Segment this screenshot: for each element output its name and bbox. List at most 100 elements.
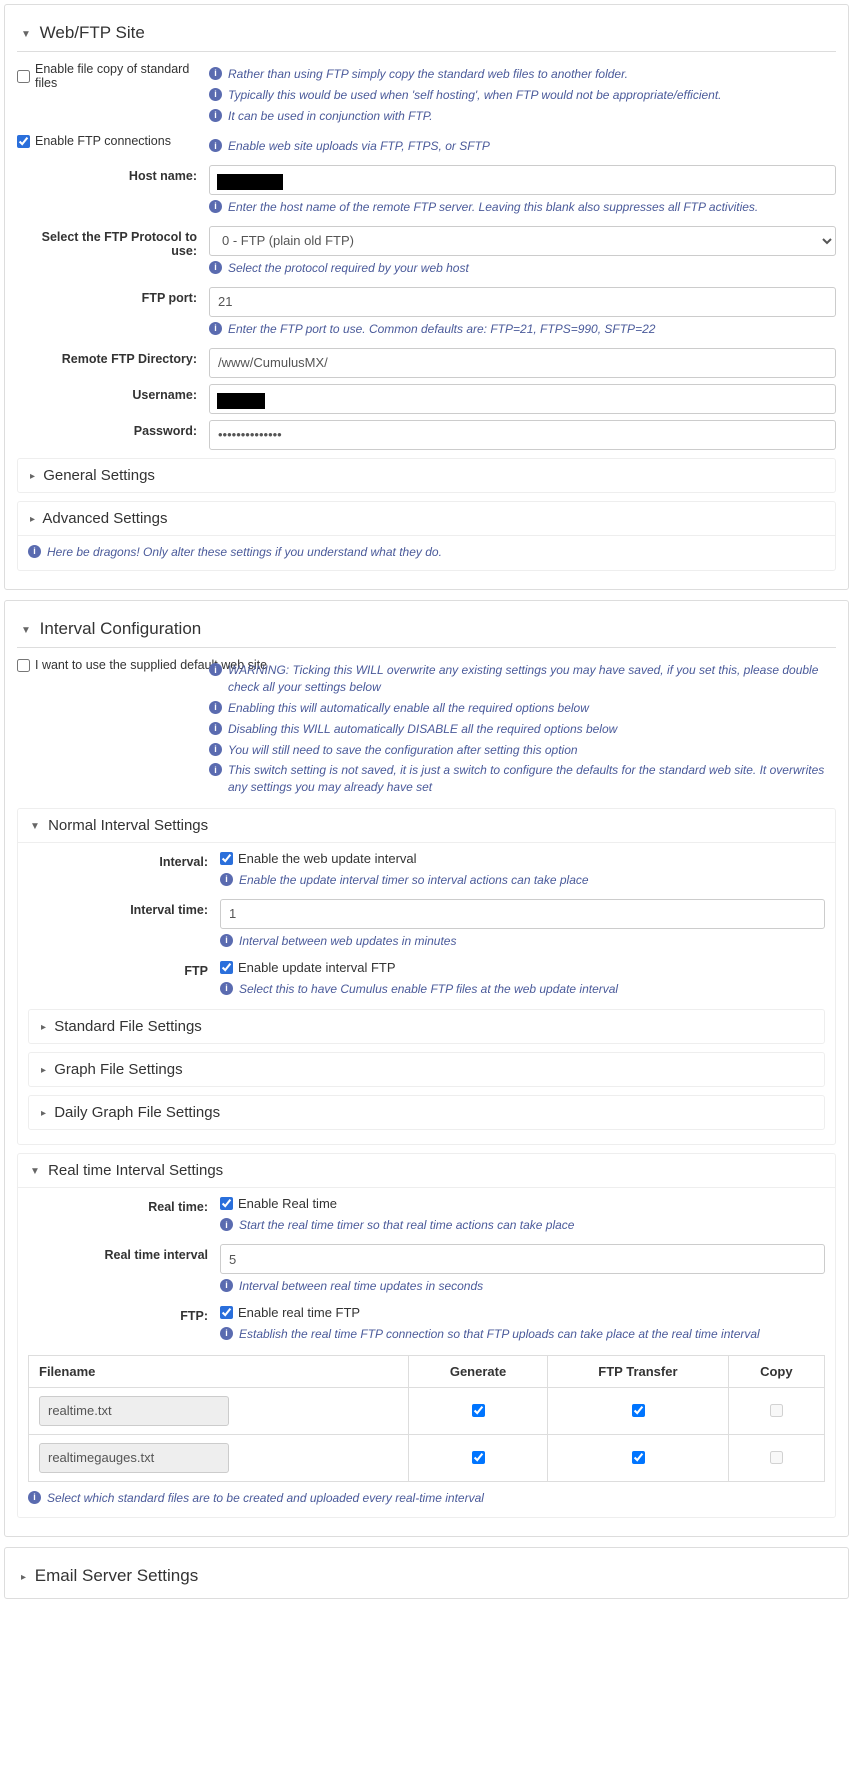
subpanel-realtime: ▼ Real time Interval Settings Real time:… [17,1153,836,1517]
help-copy-2: iTypically this would be used when 'self… [209,87,836,104]
section-title-webftp[interactable]: ▼ Web/FTP Site [17,15,836,52]
info-icon: i [28,1491,41,1504]
panel-email: ▸ Email Server Settings [4,1547,849,1599]
th-copy: Copy [728,1355,824,1387]
subtitle-dgraph-files[interactable]: ▸ Daily Graph File Settings [29,1096,824,1129]
subtitle-realtime-text: Real time Interval Settings [48,1162,223,1179]
realtime-files-table: Filename Generate FTP Transfer Copy [28,1355,825,1482]
caret-right-icon: ▸ [30,471,35,482]
subtitle-graph-files[interactable]: ▸ Graph File Settings [29,1053,824,1086]
enable-interval-row[interactable]: Enable the web update interval [220,851,825,866]
protocol-label: Select the FTP Protocol to use: [17,226,209,258]
interval-time-input[interactable] [220,899,825,929]
ftp-checkbox[interactable] [632,1404,645,1417]
username-label: Username: [17,384,209,402]
hostname-label: Host name: [17,165,209,183]
info-icon: i [220,1327,233,1340]
protocol-select[interactable]: 0 - FTP (plain old FTP) [209,226,836,256]
enable-ftp-checkbox[interactable] [17,135,30,148]
caret-right-icon: ▸ [41,1065,46,1076]
subtitle-advanced-text: Advanced Settings [42,510,167,527]
caret-down-icon: ▼ [21,625,31,636]
generate-checkbox[interactable] [472,1451,485,1464]
password-input[interactable] [209,420,836,450]
enable-interval-ftp-cb-label: Enable update interval FTP [238,960,396,975]
info-icon: i [209,109,222,122]
enable-realtime-checkbox[interactable] [220,1197,233,1210]
section-title-email[interactable]: ▸ Email Server Settings [17,1558,836,1594]
help-advanced: iHere be dragons! Only alter these setti… [28,544,825,561]
info-icon: i [209,701,222,714]
subtitle-general[interactable]: ▸ General Settings [18,459,835,492]
help-copy-1: iRather than using FTP simply copy the s… [209,66,836,83]
realtime-label: Real time: [28,1196,220,1214]
enable-interval-ftp-checkbox[interactable] [220,961,233,974]
help-realtime-ftp: iEstablish the real time FTP connection … [220,1326,825,1343]
info-icon: i [209,67,222,80]
enable-ftp-row[interactable]: Enable FTP connections [17,134,197,148]
caret-right-icon: ▸ [41,1108,46,1119]
help-realtime-interval: iInterval between real time updates in s… [220,1278,825,1295]
section-title-interval[interactable]: ▼ Interval Configuration [17,611,836,648]
enable-realtime-row[interactable]: Enable Real time [220,1196,825,1211]
username-input[interactable] [209,384,836,414]
caret-right-icon: ▸ [21,1572,26,1583]
generate-checkbox[interactable] [472,1404,485,1417]
redacted-hostname [217,174,283,190]
subtitle-normal[interactable]: ▼ Normal Interval Settings [18,809,835,843]
hostname-input[interactable] [209,165,836,195]
enable-file-copy-checkbox[interactable] [17,70,30,83]
info-icon: i [220,1218,233,1231]
subpanel-graph-files: ▸ Graph File Settings [28,1052,825,1087]
table-row [29,1387,825,1434]
port-label: FTP port: [17,287,209,305]
enable-file-copy-label: Enable file copy of standard files [35,62,197,90]
title-text: Email Server Settings [35,1566,198,1585]
password-label: Password: [17,420,209,438]
info-icon: i [209,139,222,152]
panel-webftp: ▼ Web/FTP Site Enable file copy of stand… [4,4,849,590]
enable-realtime-ftp-checkbox[interactable] [220,1306,233,1319]
help-rt-table: iSelect which standard files are to be c… [28,1490,825,1507]
subpanel-advanced: ▸ Advanced Settings iHere be dragons! On… [17,501,836,572]
subtitle-realtime[interactable]: ▼ Real time Interval Settings [18,1154,835,1188]
realtime-interval-input[interactable] [220,1244,825,1274]
ftp-checkbox[interactable] [632,1451,645,1464]
help-ftp-enable: iEnable web site uploads via FTP, FTPS, … [209,138,836,155]
help-copy-3: iIt can be used in conjunction with FTP. [209,108,836,125]
enable-interval-ftp-row[interactable]: Enable update interval FTP [220,960,825,975]
enable-realtime-ftp-cb-label: Enable real time FTP [238,1305,360,1320]
copy-checkbox [770,1451,783,1464]
help-default-1: iWARNING: Ticking this WILL overwrite an… [209,662,836,696]
caret-right-icon: ▸ [30,514,35,525]
interval-label: Interval: [28,851,220,869]
help-protocol: iSelect the protocol required by your we… [209,260,836,277]
default-website-row[interactable]: I want to use the supplied default web s… [17,658,197,672]
enable-file-copy-row[interactable]: Enable file copy of standard files [17,62,197,90]
info-icon: i [28,545,41,558]
info-icon: i [209,200,222,213]
info-icon: i [209,763,222,776]
port-input[interactable] [209,287,836,317]
info-icon: i [220,873,233,886]
copy-checkbox [770,1404,783,1417]
info-icon: i [209,88,222,101]
help-interval-ftp: iSelect this to have Cumulus enable FTP … [220,981,825,998]
panel-interval: ▼ Interval Configuration I want to use t… [4,600,849,1536]
help-default-2: iEnabling this will automatically enable… [209,700,836,717]
th-filename: Filename [29,1355,409,1387]
title-text: Web/FTP Site [40,23,145,42]
remotedir-input[interactable] [209,348,836,378]
realtime-ftp-label: FTP: [28,1305,220,1323]
subtitle-std-files[interactable]: ▸ Standard File Settings [29,1010,824,1043]
help-default-4: iYou will still need to save the configu… [209,742,836,759]
default-website-checkbox[interactable] [17,659,30,672]
subtitle-advanced[interactable]: ▸ Advanced Settings [18,502,835,536]
subpanel-normal-interval: ▼ Normal Interval Settings Interval: Ena… [17,808,836,1145]
info-icon: i [220,982,233,995]
enable-realtime-ftp-row[interactable]: Enable real time FTP [220,1305,825,1320]
enable-interval-checkbox[interactable] [220,852,233,865]
realtime-interval-label: Real time interval [28,1244,220,1262]
info-icon: i [209,322,222,335]
subpanel-general: ▸ General Settings [17,458,836,493]
